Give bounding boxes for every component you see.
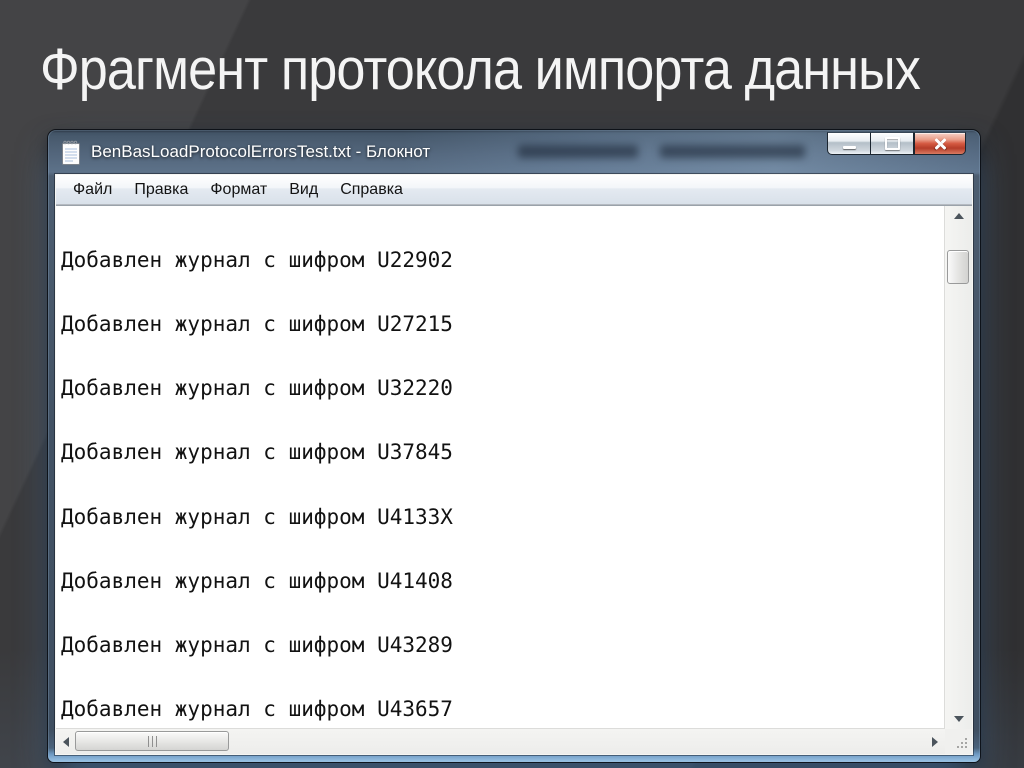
resize-grip-corner[interactable] <box>945 729 972 754</box>
close-button[interactable] <box>914 132 966 155</box>
text-editor-area[interactable]: Добавлен журнал с шифром U22902 Добавлен… <box>56 206 945 729</box>
menu-view[interactable]: Вид <box>278 177 329 203</box>
resize-grip-icon <box>965 746 967 748</box>
menu-edit[interactable]: Правка <box>123 177 199 203</box>
horizontal-scrollbar-thumb[interactable] <box>75 731 229 751</box>
caption-buttons <box>827 132 966 155</box>
arrow-up-icon <box>953 213 964 219</box>
vertical-scrollbar-thumb[interactable] <box>947 250 969 284</box>
maximize-button[interactable] <box>870 132 914 155</box>
log-line: Добавлен журнал с шифром U22902 <box>61 247 453 272</box>
log-line: Добавлен журнал с шифром U43657 <box>61 697 453 722</box>
log-line: Добавлен журнал с шифром U43289 <box>61 633 453 658</box>
window-title: BenBasLoadProtocolErrorsTest.txt - Блокн… <box>91 142 431 161</box>
background-ghost-text <box>518 145 638 158</box>
log-line: Добавлен журнал с шифром U4133X <box>61 504 453 529</box>
vertical-scrollbar[interactable] <box>944 206 972 729</box>
minimize-button[interactable] <box>827 132 870 155</box>
scroll-down-button[interactable] <box>945 709 972 729</box>
menu-file[interactable]: Файл <box>62 177 123 203</box>
scroll-left-button[interactable] <box>56 729 76 754</box>
menu-format[interactable]: Формат <box>199 177 278 203</box>
close-icon <box>933 137 947 151</box>
background-ghost-text <box>660 145 805 158</box>
scroll-up-button[interactable] <box>945 206 972 226</box>
arrow-down-icon <box>953 716 964 722</box>
horizontal-scrollbar[interactable] <box>56 728 945 754</box>
menu-bar: Файл Правка Формат Вид Справка <box>56 175 972 205</box>
notepad-window: BenBasLoadProtocolErrorsTest.txt - Блокн… <box>48 130 980 762</box>
client-area: Добавлен журнал с шифром U22902 Добавлен… <box>56 205 972 754</box>
window-titlebar[interactable]: BenBasLoadProtocolErrorsTest.txt - Блокн… <box>48 130 980 174</box>
notepad-icon <box>62 140 80 165</box>
window-body: Файл Правка Формат Вид Справка Добавлен … <box>55 174 973 755</box>
log-line: Добавлен журнал с шифром U27215 <box>61 312 453 337</box>
arrow-left-icon <box>63 736 69 747</box>
log-line: Добавлен журнал с шифром U32220 <box>61 376 453 401</box>
arrow-right-icon <box>932 736 938 747</box>
log-line: Добавлен журнал с шифром U41408 <box>61 568 453 593</box>
log-line: Добавлен журнал с шифром U37845 <box>61 440 453 465</box>
maximize-icon <box>884 137 900 150</box>
menu-help[interactable]: Справка <box>329 177 414 203</box>
minimize-icon <box>842 145 856 149</box>
slide-title: Фрагмент протокола импорта данных <box>40 37 921 102</box>
scroll-right-button[interactable] <box>925 729 945 754</box>
